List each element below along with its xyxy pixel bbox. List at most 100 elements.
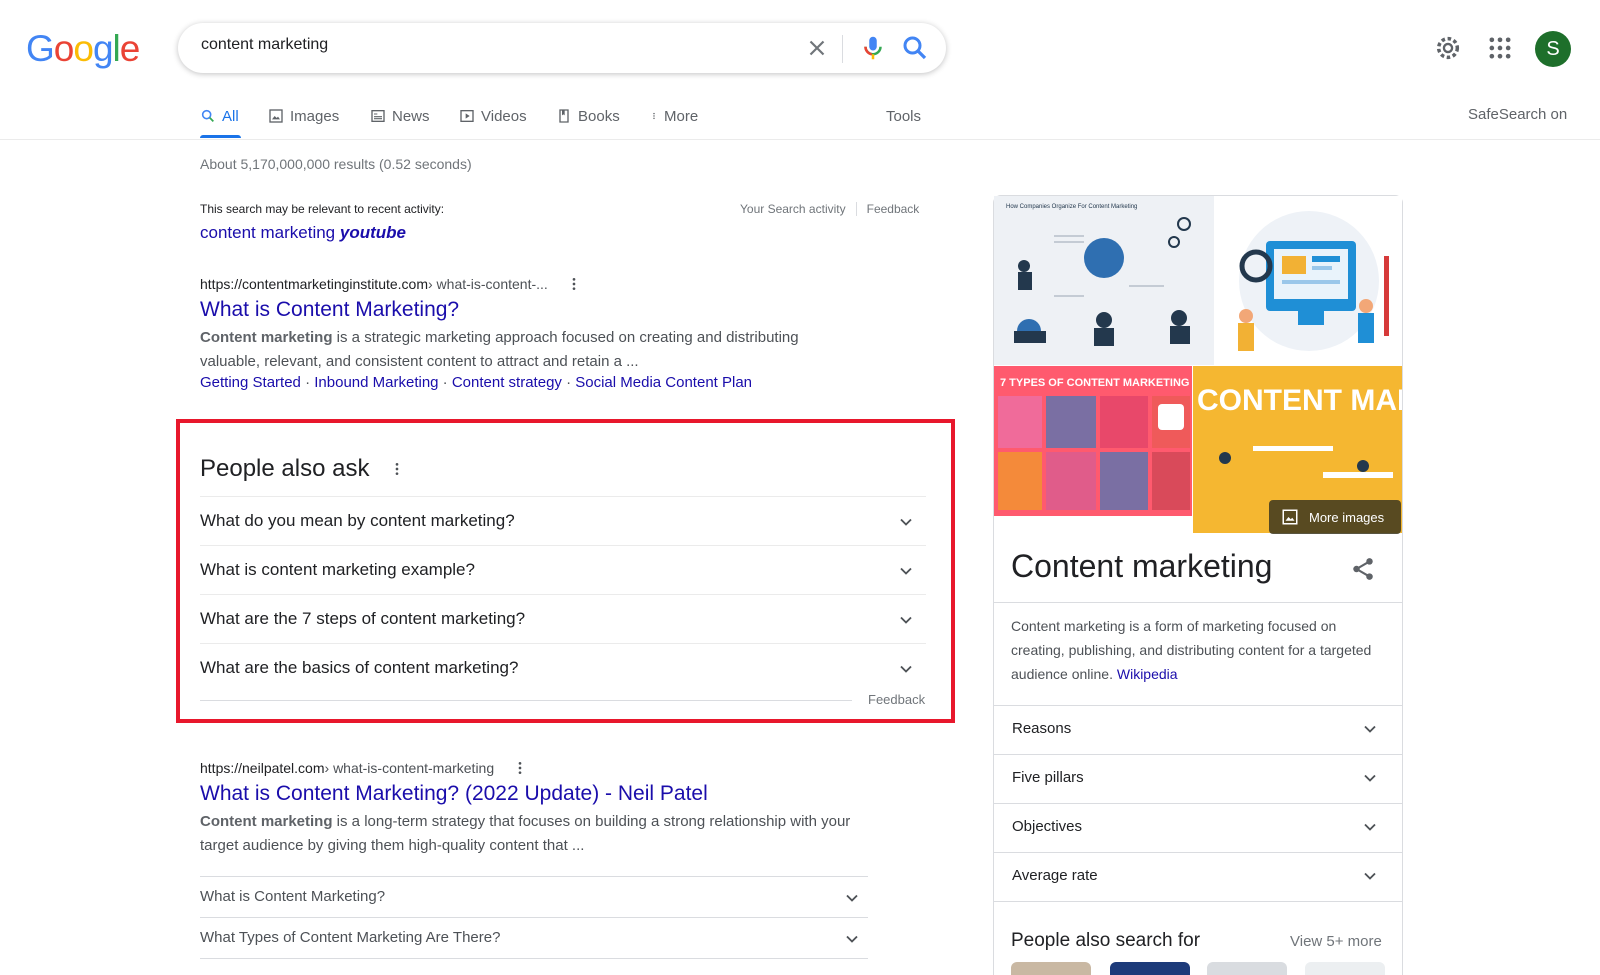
image-caption: How Companies Organize For Content Marke… (1006, 204, 1137, 210)
result-title[interactable]: What is Content Marketing? (200, 298, 860, 322)
tab-news[interactable]: News (370, 104, 430, 128)
microphone-icon[interactable] (858, 33, 888, 63)
share-icon[interactable] (1350, 556, 1376, 582)
avatar[interactable]: S (1535, 31, 1571, 67)
chevron-down-icon (846, 935, 858, 943)
kp-row-average-rate[interactable]: Average rate (994, 852, 1402, 900)
snippet-bold: Content marketing (200, 813, 333, 830)
tab-images[interactable]: Images (268, 104, 339, 128)
tab-all[interactable]: All (200, 104, 239, 128)
faq-text: What is Content Marketing? (200, 888, 386, 905)
tab-videos[interactable]: Videos (459, 104, 527, 128)
paa-question[interactable]: What do you mean by content marketing? (200, 496, 926, 545)
chevron-down-icon (846, 894, 858, 902)
result-url[interactable]: https://neilpatel.com › what-is-content-… (200, 760, 860, 776)
kp-row-label: Five pillars (1012, 769, 1084, 786)
tabs-divider (0, 139, 1600, 140)
result-snippet: Content marketing is a long-term strateg… (200, 810, 860, 858)
google-logo[interactable]: Google (26, 28, 140, 70)
tab-label: Videos (481, 107, 527, 125)
image-caption: CONTENT MARKETING (1197, 384, 1402, 417)
related-thumbnail[interactable] (1305, 962, 1385, 975)
search-result: https://contentmarketinginstitute.com › … (200, 276, 860, 391)
faq-item[interactable]: What Types of Content Marketing Are Ther… (200, 917, 868, 958)
faq-item[interactable]: What is Content Marketing? (200, 876, 868, 917)
tab-label: All (222, 107, 239, 125)
tab-books[interactable]: Books (556, 104, 620, 128)
related-thumbnail[interactable] (1011, 962, 1091, 975)
safesearch-toggle[interactable]: SafeSearch on (1468, 106, 1567, 123)
sitelink[interactable]: Inbound Marketing (314, 374, 438, 391)
related-thumbnail[interactable] (1207, 962, 1287, 975)
paa-title: People also ask (200, 455, 370, 482)
kp-image-infographic[interactable]: How Companies Organize For Content Marke… (994, 196, 1214, 365)
news-icon (371, 110, 385, 122)
faq-text: What Types of Content Marketing Are Ther… (200, 929, 501, 946)
chevron-down-icon (1364, 774, 1376, 782)
search-divider (842, 35, 843, 63)
related-thumbnail[interactable] (1110, 962, 1190, 975)
apps-grid-icon[interactable] (1486, 34, 1514, 62)
video-icon (460, 110, 474, 122)
kp-image-illustration[interactable] (1216, 196, 1402, 365)
faq-divider (200, 958, 868, 959)
paa-question[interactable]: What is content marketing example? (200, 545, 926, 594)
sitelink[interactable]: Content strategy (452, 374, 562, 391)
chevron-down-icon (1364, 823, 1376, 831)
kp-row-label: Objectives (1012, 818, 1083, 835)
sitelink[interactable]: Getting Started (200, 374, 301, 391)
sitelink[interactable]: Social Media Content Plan (575, 374, 752, 391)
more-images-button[interactable]: More images (1269, 500, 1401, 534)
kp-row-label: Average rate (1012, 867, 1098, 884)
suggestion-bold: youtube (339, 223, 406, 242)
tab-label: Images (290, 107, 340, 125)
chevron-down-icon (900, 665, 912, 673)
more-vert-icon[interactable] (512, 760, 528, 776)
separator: · (438, 374, 452, 391)
more-vert-icon (653, 112, 655, 120)
search-box[interactable]: content marketing (178, 23, 946, 73)
more-vert-icon[interactable] (389, 460, 405, 478)
kp-row-reasons[interactable]: Reasons (994, 705, 1402, 753)
chevron-down-icon (900, 567, 912, 575)
result-domain: https://neilpatel.com (200, 760, 325, 776)
search-icon (201, 109, 214, 122)
tab-more[interactable]: More (650, 104, 698, 128)
feedback-link[interactable]: Feedback (868, 692, 925, 707)
tab-label: Tools (886, 107, 922, 125)
image-caption: 7 TYPES OF CONTENT MARKETING (1000, 377, 1189, 389)
kp-row-objectives[interactable]: Objectives (994, 803, 1402, 851)
result-stats: About 5,170,000,000 results (0.52 second… (200, 156, 472, 172)
wikipedia-link[interactable]: Wikipedia (1117, 666, 1178, 682)
result-domain: https://contentmarketinginstitute.com (200, 276, 428, 292)
search-icon[interactable] (900, 33, 930, 63)
gear-icon[interactable] (1434, 34, 1462, 62)
kp-divider (994, 901, 1402, 902)
recent-suggestion-link[interactable]: content marketing youtube (200, 223, 406, 243)
search-activity-link[interactable]: Your Search activity (740, 202, 846, 216)
close-icon[interactable] (804, 35, 830, 61)
question-text: What are the basics of content marketing… (200, 658, 519, 677)
tools-button[interactable]: Tools (886, 104, 921, 128)
result-title[interactable]: What is Content Marketing? (2022 Update)… (200, 782, 860, 806)
paa-heading: People also ask (200, 455, 405, 483)
paa-question[interactable]: What are the 7 steps of content marketin… (200, 594, 926, 643)
more-images-label: More images (1309, 509, 1385, 525)
paa-question[interactable]: What are the basics of content marketing… (200, 643, 926, 692)
result-path: › what-is-content-... (428, 276, 548, 292)
kp-row-five-pillars[interactable]: Five pillars (994, 754, 1402, 802)
paa-footer-divider (200, 700, 852, 701)
search-input[interactable]: content marketing (201, 36, 328, 54)
kp-image-seven-types[interactable]: 7 TYPES OF CONTENT MARKETING (994, 366, 1192, 533)
separator: · (300, 374, 315, 391)
image-icon (269, 109, 283, 123)
chevron-down-icon (900, 518, 912, 526)
result-url[interactable]: https://contentmarketinginstitute.com › … (200, 276, 860, 292)
image-icon (1282, 509, 1298, 525)
search-result: https://neilpatel.com › what-is-content-… (200, 760, 860, 858)
feedback-link[interactable]: Feedback (867, 202, 920, 216)
more-vert-icon[interactable] (566, 276, 582, 292)
chevron-down-icon (900, 616, 912, 624)
view-more-link[interactable]: View 5+ more (1290, 933, 1382, 950)
tab-label: Books (578, 107, 620, 125)
